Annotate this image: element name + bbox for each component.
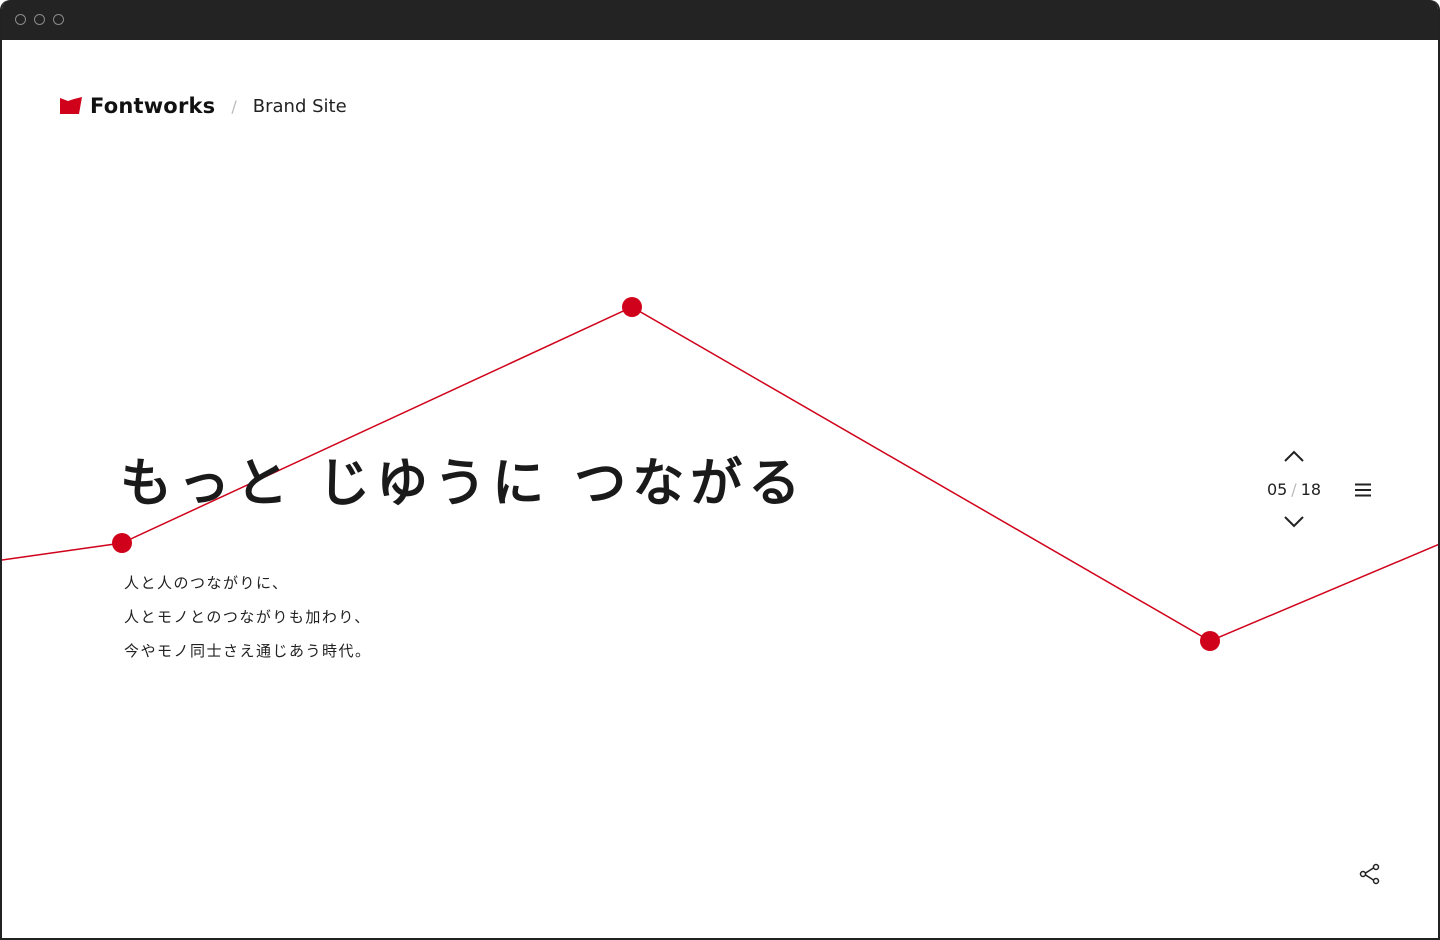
window-titlebar (2, 0, 1438, 40)
page-content: Fontworks / Brand Site もっと じゆうに つながる 人と人… (2, 40, 1438, 938)
site-header: Fontworks / Brand Site (60, 92, 347, 120)
connection-node (1200, 631, 1220, 651)
hero-body-line: 人と人のつながりに、 (124, 574, 289, 592)
window-zoom-button[interactable] (53, 14, 64, 25)
slide-counter: 05/18 (1258, 480, 1330, 499)
connection-node (112, 533, 132, 553)
browser-window: Fontworks / Brand Site もっと じゆうに つながる 人と人… (0, 0, 1440, 940)
hero-body-line: 今やモノ同士さえ通じあう時代。 (124, 642, 372, 660)
breadcrumb-separator: / (231, 96, 237, 116)
connection-node (622, 297, 642, 317)
fontworks-logo-icon[interactable] (60, 97, 82, 115)
chevron-down-icon[interactable] (1282, 514, 1306, 530)
hero-body-copy: 人と人のつながりに、 人とモノとのつながりも加わり、 今やモノ同士さえ通じあう時… (124, 566, 372, 668)
slide-total: 18 (1300, 480, 1322, 499)
share-icon[interactable] (1358, 862, 1382, 886)
brand-link[interactable]: Fontworks (90, 94, 215, 118)
window-close-button[interactable] (15, 14, 26, 25)
hero-body-line: 人とモノとのつながりも加わり、 (124, 608, 371, 626)
chevron-up-icon[interactable] (1282, 448, 1306, 464)
window-minimize-button[interactable] (34, 14, 45, 25)
slide-current: 05 (1266, 480, 1288, 499)
hero-headline: もっと じゆうに つながる (120, 454, 807, 514)
slide-counter-separator: / (1291, 480, 1297, 499)
slide-pager: 05/18 (1258, 444, 1330, 534)
hamburger-menu-icon[interactable] (1352, 480, 1374, 500)
brand-site-link[interactable]: Brand Site (253, 96, 347, 117)
